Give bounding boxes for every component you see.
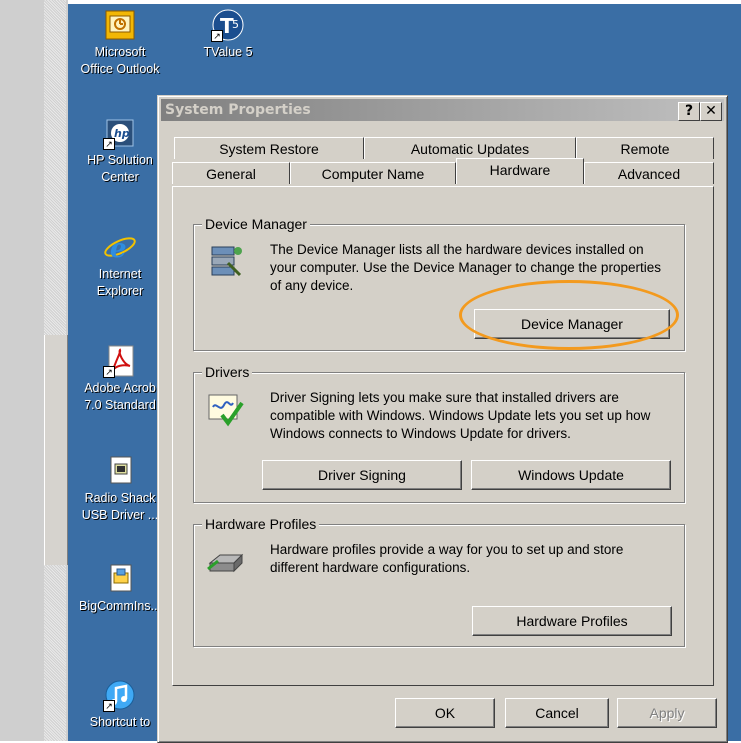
device-manager-group: Device Manager The Device Manager lists … <box>193 216 685 351</box>
desktop-icon-label: TValue 5 <box>203 45 253 59</box>
tab-computer-name[interactable]: Computer Name <box>290 162 456 184</box>
shortcut-icon: ↗ <box>103 678 137 712</box>
tab-general[interactable]: General <box>172 162 290 184</box>
desktop-icon-tvalue[interactable]: T 5 ↗ TValue 5 <box>178 8 278 61</box>
dialog-title: System Properties <box>165 102 311 118</box>
cancel-button[interactable]: Cancel <box>505 698 609 728</box>
svg-text:5: 5 <box>232 18 239 31</box>
windows-update-button[interactable]: Windows Update <box>471 460 671 490</box>
apply-button[interactable]: Apply <box>617 698 717 728</box>
desktop-icon-label: HP Solution Center <box>87 153 153 184</box>
desktop-icon-label: Radio Shack USB Driver ... <box>81 491 159 522</box>
shortcut-arrow-icon: ↗ <box>211 30 223 42</box>
drivers-group: Drivers Driver Signing lets you make sur… <box>193 364 685 503</box>
tab-automatic-updates[interactable]: Automatic Updates <box>364 137 576 159</box>
adobe-acrobat-icon: ↗ <box>103 344 137 378</box>
desktop-icon-adobe-acrobat[interactable]: ↗ Adobe Acrob 7.0 Standard <box>70 344 170 414</box>
device-manager-description: The Device Manager lists all the hardwar… <box>270 242 661 293</box>
help-button[interactable]: ? <box>678 102 700 121</box>
tvalue-icon: T 5 ↗ <box>211 8 245 42</box>
driver-signing-button[interactable]: Driver Signing <box>262 460 462 490</box>
scrollbar-thumb[interactable] <box>44 335 68 565</box>
tab-remote[interactable]: Remote <box>576 137 714 159</box>
bigcomm-installer-icon <box>103 562 137 596</box>
desktop-icon-label: Adobe Acrob 7.0 Standard <box>84 381 156 412</box>
dialog-titlebar[interactable]: System Properties ? ✕ <box>161 99 724 121</box>
hp-solution-center-icon: hp ↗ <box>103 116 137 150</box>
shortcut-arrow-icon: ↗ <box>103 700 115 712</box>
desktop-icon-label: Microsoft Office Outlook <box>80 45 160 76</box>
desktop-icon-shortcut[interactable]: ↗ Shortcut to <box>70 678 170 731</box>
desktop-icon-bigcomm-installer[interactable]: BigCommIns... <box>70 562 170 615</box>
ok-button[interactable]: OK <box>395 698 495 728</box>
drivers-group-title: Drivers <box>202 364 253 380</box>
radio-shack-driver-icon <box>103 454 137 488</box>
outlook-icon <box>103 8 137 42</box>
internet-explorer-icon: e <box>103 230 137 264</box>
hardware-profiles-group: Hardware Profiles Hardware profiles prov… <box>193 516 685 647</box>
desktop-icon-outlook[interactable]: Microsoft Office Outlook <box>70 8 170 78</box>
desktop-icon-hp-solution-center[interactable]: hp ↗ HP Solution Center <box>70 116 170 186</box>
tab-hardware[interactable]: Hardware <box>456 158 584 184</box>
hardware-profiles-description: Hardware profiles provide a way for you … <box>270 542 624 575</box>
hardware-profiles-group-title: Hardware Profiles <box>202 516 320 532</box>
hardware-tab-panel: Device Manager The Device Manager lists … <box>172 186 714 686</box>
tab-system-restore[interactable]: System Restore <box>174 137 364 159</box>
tab-advanced[interactable]: Advanced <box>584 162 714 184</box>
system-properties-dialog: System Properties ? ✕ System Restore Aut… <box>157 95 728 743</box>
desktop-icon-label: Internet Explorer <box>96 267 144 298</box>
driver-signing-icon <box>206 389 246 429</box>
svg-text:hp: hp <box>114 127 130 140</box>
desktop-icon-radio-shack-driver[interactable]: Radio Shack USB Driver ... <box>70 454 170 524</box>
close-button[interactable]: ✕ <box>700 102 722 121</box>
svg-text:e: e <box>110 234 127 264</box>
device-manager-icon <box>206 241 246 281</box>
shortcut-arrow-icon: ↗ <box>103 366 115 378</box>
shortcut-arrow-icon: ↗ <box>103 138 115 150</box>
screen-left-edge <box>0 0 68 741</box>
hardware-profiles-button[interactable]: Hardware Profiles <box>472 606 672 636</box>
drivers-description: Driver Signing lets you make sure that i… <box>270 390 651 441</box>
desktop-icon-label: BigCommIns... <box>79 599 161 613</box>
device-manager-group-title: Device Manager <box>202 216 310 232</box>
device-manager-button[interactable]: Device Manager <box>474 309 670 339</box>
desktop-icon-label: Shortcut to <box>89 715 151 729</box>
hardware-profiles-icon <box>206 541 246 581</box>
desktop-icon-internet-explorer[interactable]: e Internet Explorer <box>70 230 170 300</box>
